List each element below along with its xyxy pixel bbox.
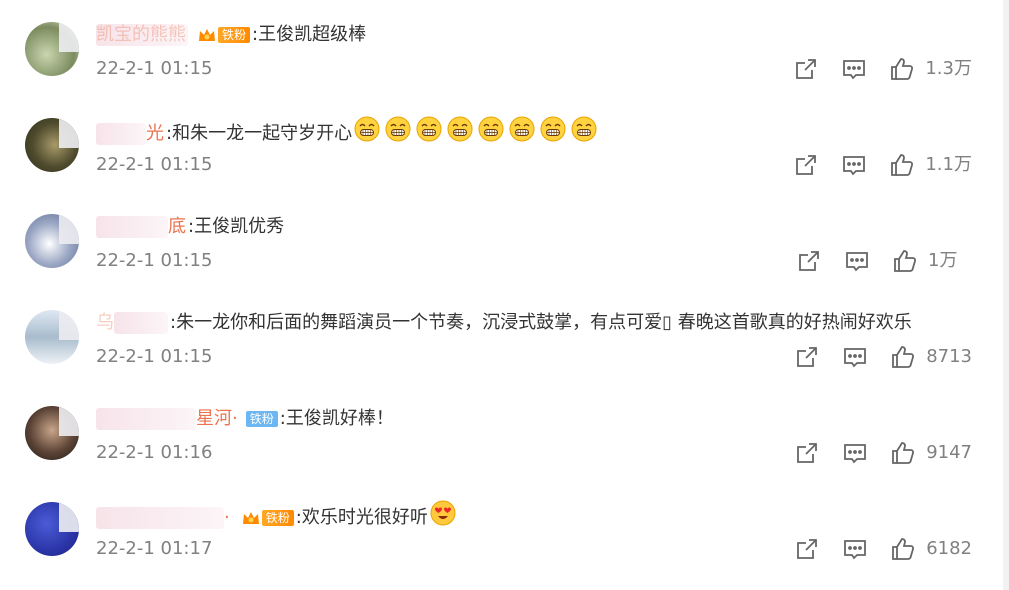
- avatar[interactable]: [25, 406, 79, 460]
- comment-icon[interactable]: [844, 248, 870, 274]
- comment-item: 乌:朱一龙你和后面的舞蹈演员一个节奏，沉浸式鼓掌，有点可爱▯ 春晚这首歌真的好热…: [0, 288, 1000, 384]
- heart-eyes-emoji: [430, 500, 456, 526]
- comment-actions: 6182: [772, 535, 972, 563]
- like-count: 6182: [926, 538, 972, 559]
- username[interactable]: 星河·: [196, 408, 238, 429]
- grin-emoji: [385, 116, 411, 142]
- username-mask: [96, 408, 196, 430]
- comment-text: 欢乐时光很好听: [301, 507, 428, 528]
- share-icon[interactable]: [793, 152, 819, 178]
- comment-icon[interactable]: [842, 344, 868, 370]
- comment-icon[interactable]: [842, 536, 868, 562]
- comment-header: · 铁粉:欢乐时光很好听: [96, 500, 461, 530]
- comment-time: 22-2-1 01:15: [96, 250, 213, 271]
- like-icon[interactable]: [890, 440, 916, 466]
- grin-emoji: [416, 116, 442, 142]
- fan-badge: 铁粉: [261, 510, 294, 526]
- grin-emoji: [540, 116, 566, 142]
- comment-icon[interactable]: [842, 440, 868, 466]
- scrollbar-track[interactable]: [1003, 0, 1009, 590]
- username[interactable]: 底: [168, 216, 186, 237]
- grin-emoji: [571, 116, 597, 142]
- username[interactable]: 乌: [96, 312, 114, 333]
- share-icon[interactable]: [794, 440, 820, 466]
- share-icon[interactable]: [793, 56, 819, 82]
- comment-actions: 1万: [774, 247, 972, 275]
- crown-icon: [198, 27, 216, 43]
- like-count: 9147: [926, 442, 972, 463]
- like-icon[interactable]: [889, 152, 915, 178]
- comment-text: 朱一龙你和后面的舞蹈演员一个节奏，沉浸式鼓掌，有点可爱▯ 春晚这首歌真的好热闹好…: [176, 312, 912, 333]
- like-count: 1.3万: [925, 58, 972, 79]
- username-mask: [96, 216, 168, 238]
- avatar-blur: [59, 214, 79, 244]
- comment-actions: 1.3万: [771, 55, 972, 83]
- avatar[interactable]: [25, 310, 79, 364]
- grin-emoji: [447, 116, 473, 142]
- avatar-blur: [59, 118, 79, 148]
- like-icon[interactable]: [890, 344, 916, 370]
- comment-icon[interactable]: [841, 152, 867, 178]
- avatar[interactable]: [25, 22, 79, 76]
- avatar-blur: [59, 406, 79, 436]
- comment-time: 22-2-1 01:16: [96, 442, 213, 463]
- avatar[interactable]: [25, 502, 79, 556]
- comment-header: 底:王俊凯优秀: [96, 212, 284, 242]
- comment-item: 凯宝的熊熊 铁粉:王俊凯超级棒 22-2-1 01:15 1.3万: [0, 0, 1000, 96]
- like-icon[interactable]: [889, 56, 915, 82]
- avatar[interactable]: [25, 118, 79, 172]
- like-icon[interactable]: [892, 248, 918, 274]
- avatar-blur: [59, 502, 79, 532]
- grin-emoji: [509, 116, 535, 142]
- avatar-blur: [59, 310, 79, 340]
- share-icon[interactable]: [794, 536, 820, 562]
- grin-emoji: [478, 116, 504, 142]
- comment-item: · 铁粉:欢乐时光很好听 22-2-1 01:17 6182: [0, 480, 1000, 576]
- like-count: 8713: [926, 346, 972, 367]
- username[interactable]: ·: [224, 507, 230, 528]
- like-count: 1.1万: [925, 154, 972, 175]
- like-count: 1万: [928, 250, 958, 271]
- fan-badge: 铁粉: [218, 27, 251, 43]
- comment-time: 22-2-1 01:15: [96, 58, 213, 79]
- username-mask: [96, 123, 146, 145]
- fan-badge: 铁粉: [245, 411, 278, 427]
- comment-time: 22-2-1 01:15: [96, 346, 213, 367]
- emoji-row: [354, 116, 602, 147]
- comment-time: 22-2-1 01:15: [96, 154, 213, 175]
- comment-actions: 9147: [772, 439, 972, 467]
- comment-text: 王俊凯超级棒: [258, 24, 367, 45]
- avatar[interactable]: [25, 214, 79, 268]
- username[interactable]: 凯宝的熊熊: [96, 24, 186, 45]
- comment-icon[interactable]: [841, 56, 867, 82]
- like-icon[interactable]: [890, 536, 916, 562]
- comment-actions: 1.1万: [771, 151, 972, 179]
- comment-header: 乌:朱一龙你和后面的舞蹈演员一个节奏，沉浸式鼓掌，有点可爱▯ 春晚这首歌真的好热…: [96, 312, 912, 334]
- crown-icon: [242, 510, 260, 526]
- comment-text: 王俊凯优秀: [194, 216, 285, 237]
- username-mask: [96, 507, 224, 529]
- emoji-row: [430, 500, 461, 531]
- comment-item: 星河· 铁粉:王俊凯好棒！ 22-2-1 01:16 9147: [0, 384, 1000, 480]
- share-icon[interactable]: [796, 248, 822, 274]
- comment-actions: 8713: [772, 343, 972, 371]
- comment-text: 和朱一龙一起守岁开心: [172, 123, 353, 144]
- comment-time: 22-2-1 01:17: [96, 538, 213, 559]
- comment-header: 凯宝的熊熊 铁粉:王俊凯超级棒: [96, 24, 367, 46]
- comment-text: 王俊凯好棒！: [285, 408, 394, 429]
- username-mask: [114, 312, 168, 334]
- comment-header: 星河· 铁粉:王俊凯好棒！: [96, 404, 394, 434]
- comment-item: 底:王俊凯优秀 22-2-1 01:15 1万: [0, 192, 1000, 288]
- comment-item: 光:和朱一龙一起守岁开心 22-2-1 01:15 1.1万: [0, 96, 1000, 192]
- grin-emoji: [354, 116, 380, 142]
- share-icon[interactable]: [794, 344, 820, 370]
- username[interactable]: 光: [146, 123, 164, 144]
- comment-header: 光:和朱一龙一起守岁开心: [96, 116, 602, 146]
- avatar-blur: [59, 22, 79, 52]
